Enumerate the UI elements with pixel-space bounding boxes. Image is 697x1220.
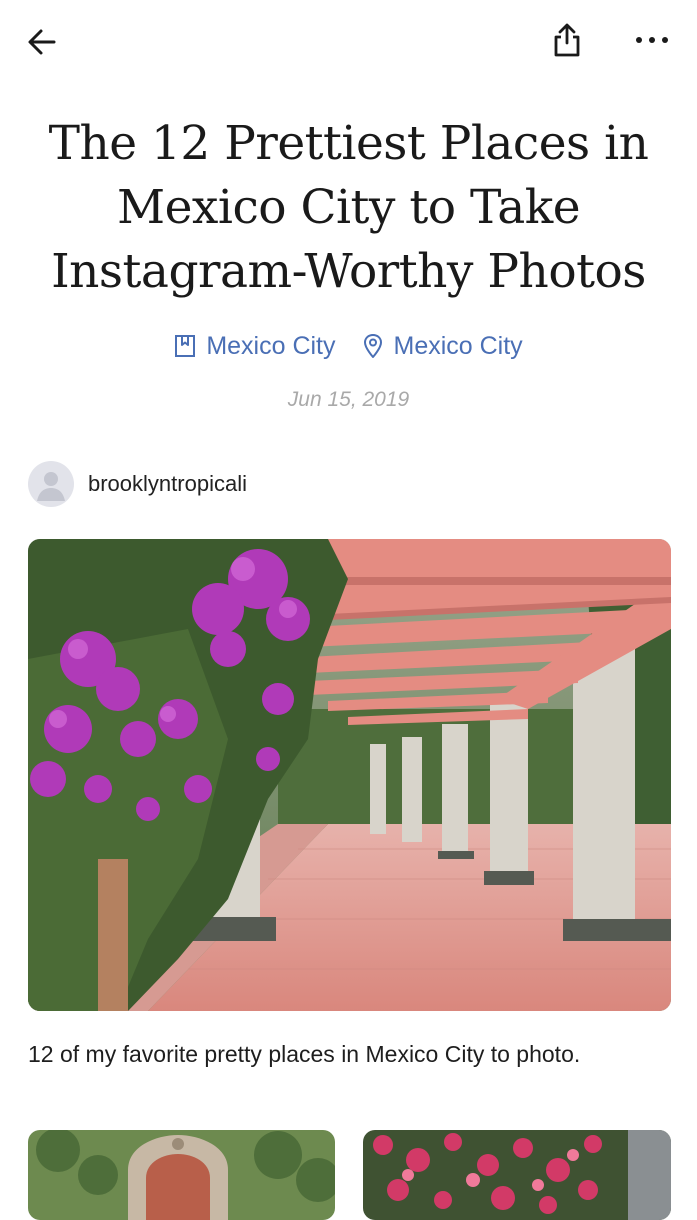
guide-tag-label: Mexico City [206, 331, 336, 360]
pergola-garden-photo [28, 539, 671, 1011]
location-tag-label: Mexico City [393, 331, 523, 360]
article-description: 12 of my favorite pretty places in Mexic… [28, 1041, 581, 1067]
share-icon [554, 23, 580, 57]
share-button[interactable] [544, 16, 590, 64]
article-title: The 12 Prettiest Places in Mexico City t… [48, 116, 649, 299]
bougainvillea-wall-photo [363, 1130, 671, 1220]
default-avatar-icon [37, 472, 65, 501]
ornate-doorway-photo [28, 1130, 335, 1220]
guide-book-icon [175, 335, 196, 357]
place-thumbnail-left[interactable] [28, 1130, 335, 1220]
author-name: brooklyntropicali [88, 471, 247, 496]
avatar [28, 461, 74, 507]
more-horizontal-icon [636, 37, 668, 43]
guide-tag-link[interactable]: Mexico City [174, 331, 336, 361]
author-row[interactable]: brooklyntropicali [28, 460, 247, 508]
arrow-left-icon [28, 29, 56, 55]
tag-row: Mexico City Mexico City [0, 326, 697, 366]
publish-date: Jun 15, 2019 [287, 388, 410, 411]
more-options-button[interactable] [628, 18, 676, 62]
place-thumbnail-right[interactable] [363, 1130, 671, 1220]
back-button[interactable] [18, 20, 66, 64]
location-pin-icon [363, 334, 382, 358]
location-tag-link[interactable]: Mexico City [362, 332, 523, 361]
top-toolbar [0, 0, 697, 80]
hero-image[interactable] [28, 539, 671, 1011]
